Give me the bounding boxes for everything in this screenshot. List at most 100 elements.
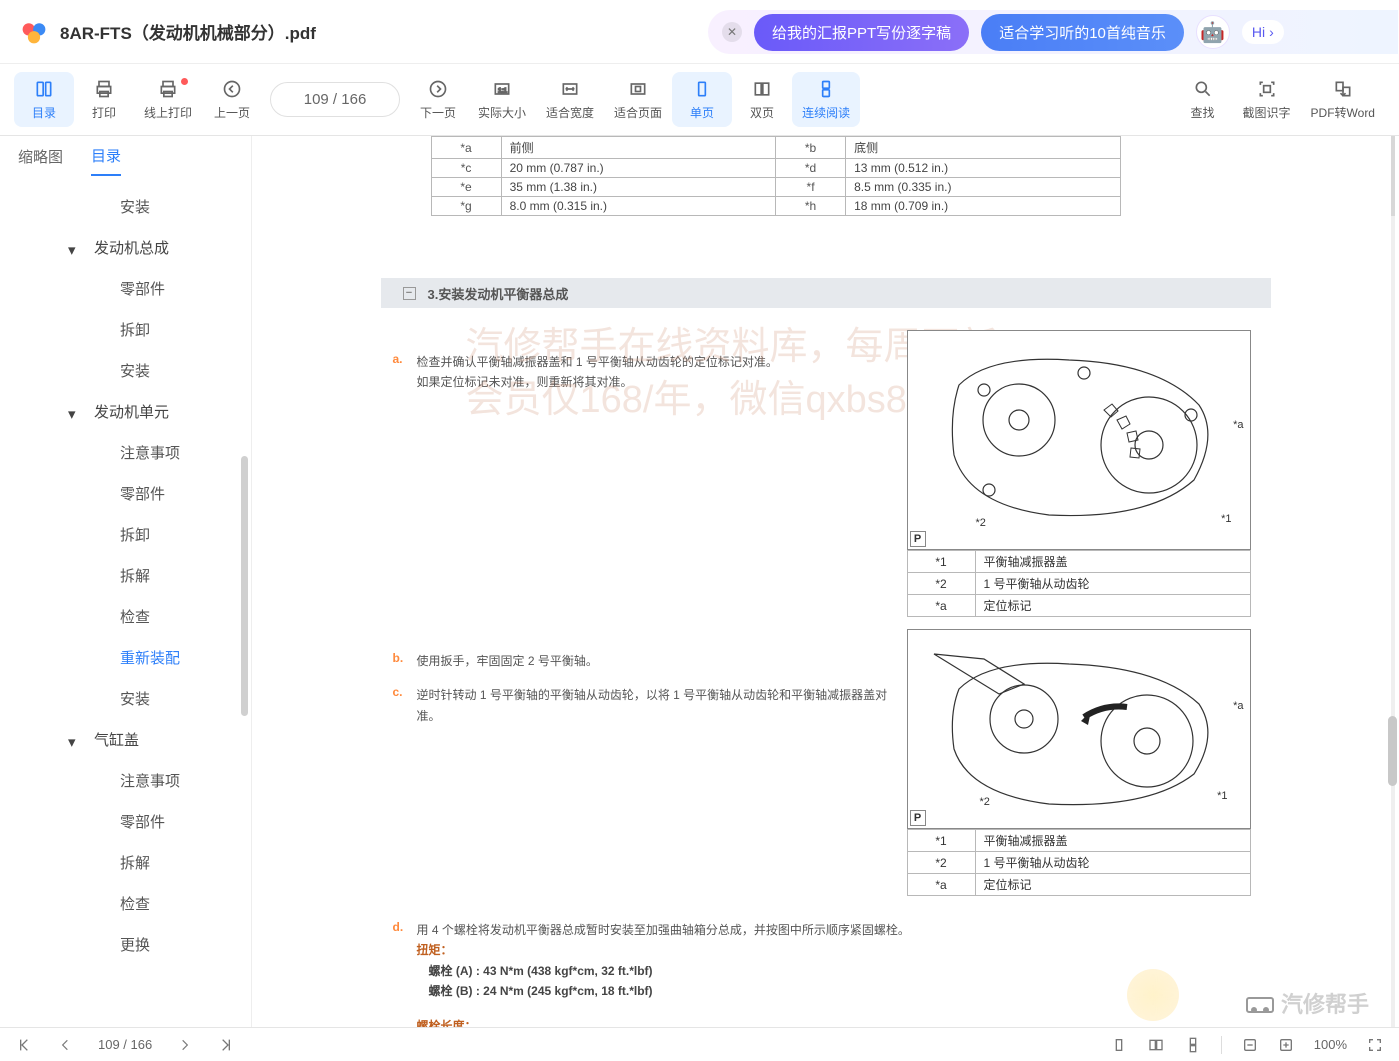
toc-item[interactable]: ▾气缸盖 — [0, 719, 251, 760]
sidebar-tab-thumbnail[interactable]: 缩略图 — [18, 138, 63, 175]
print-icon — [93, 78, 115, 100]
step-letter: d. — [393, 920, 417, 1027]
promo-bar: ✕ 给我的汇报PPT写份逐字稿 适合学习听的10首纯音乐 🤖 Hi› — [708, 10, 1398, 54]
footer-bar: 109 / 166 100% — [0, 1027, 1399, 1061]
zoom-out-icon[interactable] — [1242, 1037, 1258, 1053]
toc-item[interactable]: 零部件 — [0, 268, 251, 309]
toolbar-online-print[interactable]: 线上打印 — [134, 72, 202, 127]
main-scrollbar[interactable] — [1388, 716, 1397, 786]
toc-item[interactable]: 拆解 — [0, 555, 251, 596]
figure-label: P — [910, 810, 926, 826]
toolbar-fit-page[interactable]: 适合页面 — [604, 72, 672, 127]
promo-close-icon[interactable]: ✕ — [722, 22, 742, 42]
toolbar-find[interactable]: 查找 — [1173, 72, 1233, 127]
toc-item[interactable]: 检查 — [0, 596, 251, 637]
search-icon — [1192, 78, 1214, 100]
toolbar-continuous[interactable]: 连续阅读 — [792, 72, 860, 127]
toc-item[interactable]: 零部件 — [0, 473, 251, 514]
convert-icon — [1332, 78, 1354, 100]
sidebar-tab-toc[interactable]: 目录 — [91, 137, 121, 176]
toolbar-print[interactable]: 打印 — [74, 72, 134, 127]
main-toolbar: 目录 打印 线上打印 上一页 109 / 166 下一页 1:1 实际大小 适合… — [0, 64, 1399, 136]
next-page-icon — [427, 78, 449, 100]
section-header: − 3.安装发动机平衡器总成 — [381, 278, 1271, 308]
figure-label: P — [910, 531, 926, 547]
catalog-icon — [33, 78, 55, 100]
svg-text:1:1: 1:1 — [498, 87, 508, 94]
collapse-icon[interactable]: − — [403, 287, 416, 300]
toc-item[interactable]: ▾发动机单元 — [0, 391, 251, 432]
toc-item[interactable]: 注意事项 — [0, 760, 251, 801]
toolbar-double-page[interactable]: 双页 — [732, 72, 792, 127]
sidebar: 缩略图 目录 安装 ▾发动机总成 零部件 拆卸 安装 ▾发动机单元 注意事项 零… — [0, 136, 252, 1027]
hi-badge[interactable]: Hi› — [1242, 20, 1284, 44]
actual-size-icon: 1:1 — [491, 78, 513, 100]
next-page-icon[interactable] — [178, 1038, 192, 1052]
cloud-print-icon — [157, 78, 179, 100]
step-letter: a. — [393, 352, 417, 393]
last-page-icon[interactable] — [218, 1037, 234, 1053]
toc-item[interactable]: 安装 — [0, 186, 251, 227]
sidebar-scrollbar[interactable] — [241, 456, 248, 716]
fit-page-icon — [627, 78, 649, 100]
toolbar-actual-size[interactable]: 1:1 实际大小 — [468, 72, 536, 127]
toolbar-next-page[interactable]: 下一页 — [408, 72, 468, 127]
chevron-down-icon: ▾ — [68, 405, 76, 423]
promo-pill-1[interactable]: 给我的汇报PPT写份逐字稿 — [754, 14, 969, 51]
footer-single-page-icon[interactable] — [1111, 1037, 1127, 1053]
zoom-level[interactable]: 100% — [1314, 1037, 1347, 1052]
toc-item[interactable]: 拆卸 — [0, 514, 251, 555]
fullscreen-icon[interactable] — [1367, 1037, 1383, 1053]
toc-item[interactable]: 安装 — [0, 678, 251, 719]
toc-item[interactable]: 检查 — [0, 883, 251, 924]
chevron-down-icon: ▾ — [68, 733, 76, 751]
toolbar-catalog[interactable]: 目录 — [14, 72, 74, 127]
toolbar-fit-width[interactable]: 适合宽度 — [536, 72, 604, 127]
toc-item[interactable]: 零部件 — [0, 801, 251, 842]
part-table-1: *1平衡轴减振器盖 *21 号平衡轴从动齿轮 *a定位标记 — [907, 550, 1251, 617]
toolbar-single-page[interactable]: 单页 — [672, 72, 732, 127]
promo-pill-2[interactable]: 适合学习听的10首纯音乐 — [981, 14, 1184, 51]
chevron-down-icon: ▾ — [68, 241, 76, 259]
toc-item-active[interactable]: 重新装配 — [0, 637, 251, 678]
footer-page-indicator[interactable]: 109 / 166 — [98, 1037, 152, 1052]
single-page-icon — [691, 78, 713, 100]
ocr-icon — [1256, 78, 1278, 100]
toolbar-page-indicator[interactable]: 109 / 166 — [270, 82, 400, 117]
app-logo — [20, 18, 48, 46]
zoom-in-icon[interactable] — [1278, 1037, 1294, 1053]
first-page-icon[interactable] — [16, 1037, 32, 1053]
engine-diagram-icon — [929, 639, 1229, 819]
step-letter: b. — [393, 651, 417, 671]
prev-page-icon[interactable] — [58, 1038, 72, 1052]
step-letter: c. — [393, 685, 417, 726]
toolbar-pdf-to-word[interactable]: PDF转Word — [1301, 72, 1385, 127]
notification-dot — [181, 78, 188, 85]
step-text: 使用扳手，牢固固定 2 号平衡轴。 — [417, 651, 907, 671]
footer-double-page-icon[interactable] — [1147, 1037, 1165, 1053]
toc-item[interactable]: 更换 — [0, 924, 251, 965]
engine-diagram-icon — [929, 345, 1229, 535]
toc-item[interactable]: ▾发动机总成 — [0, 227, 251, 268]
dimension-table: *a前侧*b底侧 *c20 mm (0.787 in.)*d13 mm (0.5… — [431, 136, 1121, 216]
decorative-badge — [1127, 969, 1179, 1021]
toc-item[interactable]: 注意事项 — [0, 432, 251, 473]
toc-item[interactable]: 拆解 — [0, 842, 251, 883]
corner-watermark: 汽修帮手 — [1245, 987, 1369, 1019]
continuous-icon — [815, 78, 837, 100]
prev-page-icon — [221, 78, 243, 100]
pdf-page: *a前侧*b底侧 *c20 mm (0.787 in.)*d13 mm (0.5… — [381, 136, 1271, 1027]
page-edge — [1391, 136, 1395, 216]
footer-continuous-icon[interactable] — [1185, 1037, 1201, 1053]
step-text: 逆时针转动 1 号平衡轴的平衡轴从动齿轮，以将 1 号平衡轴从动齿轮和平衡轴减振… — [417, 685, 907, 726]
step-text: 检查并确认平衡轴减振器盖和 1 号平衡轴从动齿轮的定位标记对准。 如果定位标记未… — [417, 352, 907, 393]
toolbar-prev-page[interactable]: 上一页 — [202, 72, 262, 127]
toc-item[interactable]: 拆卸 — [0, 309, 251, 350]
assistant-avatar[interactable]: 🤖 — [1196, 15, 1230, 49]
toolbar-ocr[interactable]: 截图识字 — [1233, 72, 1301, 127]
document-viewport[interactable]: *a前侧*b底侧 *c20 mm (0.787 in.)*d13 mm (0.5… — [252, 136, 1399, 1027]
double-page-icon — [751, 78, 773, 100]
part-table-2: *1平衡轴减振器盖 *21 号平衡轴从动齿轮 *a定位标记 — [907, 829, 1251, 896]
table-of-contents[interactable]: 安装 ▾发动机总成 零部件 拆卸 安装 ▾发动机单元 注意事项 零部件 拆卸 拆… — [0, 178, 251, 1027]
toc-item[interactable]: 安装 — [0, 350, 251, 391]
